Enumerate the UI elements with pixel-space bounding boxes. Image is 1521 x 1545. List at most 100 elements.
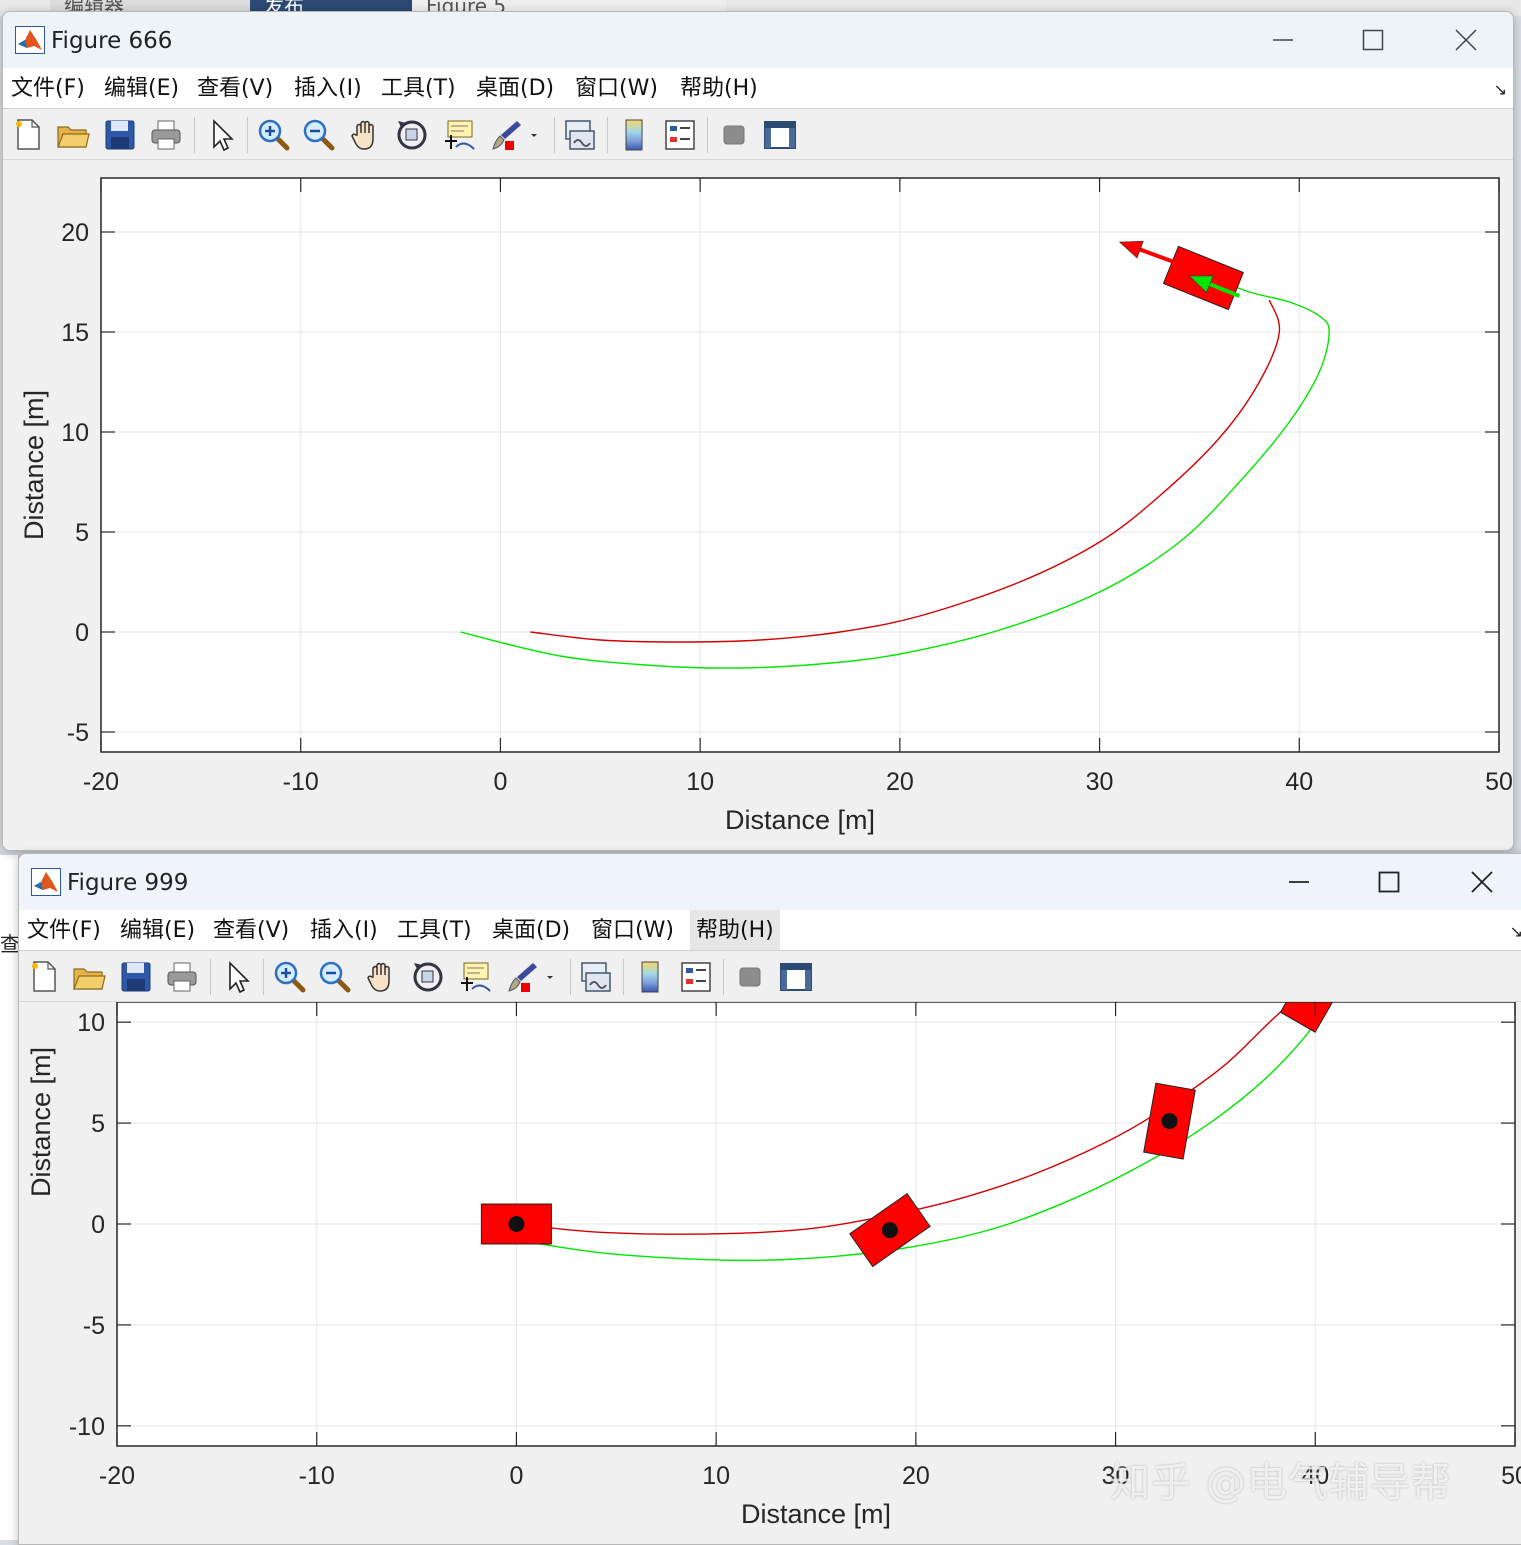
pointer-icon	[213, 119, 234, 152]
zoom-in-button[interactable]	[272, 959, 308, 995]
background-left-text: 查	[0, 932, 20, 956]
save-icon	[121, 962, 151, 992]
pointer-button[interactable]	[219, 959, 255, 995]
trajectory-chart[interactable]: -20 -10 0 10 20 30 40 50 -5 0 5 10 15 20 Distance [m] D…	[3, 160, 1513, 850]
close-button[interactable]	[1436, 12, 1496, 68]
menu-view[interactable]: 查看(V)	[213, 910, 289, 950]
dropdown-arrow-icon	[531, 134, 537, 137]
menu-help[interactable]: 帮助(H)	[680, 68, 758, 108]
colorbar-button[interactable]	[616, 117, 652, 153]
x-tick-label: 20	[902, 1462, 930, 1490]
menu-view[interactable]: 查看(V)	[197, 68, 273, 108]
y-tick-label: 20	[61, 219, 89, 247]
link-plot-button[interactable]	[578, 959, 614, 995]
plot-area[interactable]: -20 -10 0 10 20 30 40 50 -5 0 5 10 15 20 Distance [m] D…	[3, 160, 1513, 850]
brush-button[interactable]	[487, 117, 523, 153]
menu-window[interactable]: 窗口(W)	[575, 68, 658, 108]
legend-icon	[681, 962, 711, 992]
new-file-icon	[16, 119, 40, 150]
zoom-in-button[interactable]	[256, 117, 292, 153]
show-plot-tools-button[interactable]	[778, 959, 814, 995]
hide-plot-tools-button[interactable]	[732, 959, 768, 995]
menu-insert[interactable]: 插入(I)	[310, 910, 378, 950]
menu-file[interactable]: 文件(F)	[11, 68, 85, 108]
open-folder-button[interactable]	[71, 959, 107, 995]
toolbar-separator	[210, 959, 211, 995]
new-file-button[interactable]	[11, 117, 47, 153]
pan-hand-button[interactable]	[364, 959, 400, 995]
x-tick-label: 10	[702, 1462, 730, 1490]
matlab-logo-icon	[31, 868, 61, 896]
data-cursor-button[interactable]	[440, 117, 476, 153]
data-cursor-button[interactable]	[456, 959, 492, 995]
toolbar-separator	[194, 117, 195, 153]
y-tick-label: 10	[77, 1009, 105, 1037]
zoom-out-button[interactable]	[317, 959, 353, 995]
zoom-in-icon	[274, 961, 306, 993]
legend-button[interactable]	[678, 959, 714, 995]
rotate-3d-button[interactable]	[410, 959, 446, 995]
menu-desktop[interactable]: 桌面(D)	[492, 910, 570, 950]
rotate-3d-button[interactable]	[394, 117, 430, 153]
pan-hand-button[interactable]	[348, 117, 384, 153]
vehicle-center-dot	[508, 1216, 525, 1232]
maximize-icon	[1378, 871, 1400, 893]
show-plot-tools-icon	[780, 963, 812, 991]
y-tick-label: 0	[91, 1211, 105, 1239]
y-axis-label: Distance [m]	[26, 1047, 56, 1197]
x-tick-label: 0	[493, 768, 507, 796]
close-button[interactable]	[1452, 854, 1512, 910]
legend-button[interactable]	[662, 117, 698, 153]
figure-window-999[interactable]: Figure 999 文件(F) 编辑(E) 查看(V) 插入(I) 工具(T)…	[18, 853, 1521, 1545]
y-tick-label: 15	[61, 319, 89, 347]
menu-tools[interactable]: 工具(T)	[381, 68, 456, 108]
open-folder-button[interactable]	[55, 117, 91, 153]
link-plot-button[interactable]	[562, 117, 598, 153]
open-folder-icon	[57, 126, 90, 148]
minimize-button[interactable]	[1253, 12, 1313, 68]
pan-hand-icon	[351, 120, 374, 150]
figure-window-666[interactable]: Figure 666 文件(F) 编辑(E) 查看(V) 插入(I) 工具(T)…	[2, 11, 1514, 851]
title-bar[interactable]: Figure 666	[3, 12, 1513, 68]
undock-arrow-icon[interactable]: ↘	[1510, 922, 1521, 941]
hide-plot-tools-button[interactable]	[716, 117, 752, 153]
y-tick-label: 5	[91, 1110, 105, 1138]
show-plot-tools-button[interactable]	[762, 117, 798, 153]
menu-desktop[interactable]: 桌面(D)	[476, 68, 554, 108]
dropdown-arrow-button[interactable]	[541, 959, 559, 995]
menu-window[interactable]: 窗口(W)	[591, 910, 674, 950]
menu-bar: 文件(F) 编辑(E) 查看(V) 插入(I) 工具(T) 桌面(D) 窗口(W…	[19, 910, 1521, 951]
menu-help[interactable]: 帮助(H)	[690, 910, 780, 950]
save-button[interactable]	[118, 959, 154, 995]
x-axis-label: Distance [m]	[725, 805, 875, 835]
menu-edit[interactable]: 编辑(E)	[104, 68, 179, 108]
y-axis-label: Distance [m]	[19, 390, 49, 540]
dropdown-arrow-button[interactable]	[525, 117, 543, 153]
zoom-out-icon	[319, 961, 351, 993]
undock-arrow-icon[interactable]: ↘	[1494, 80, 1507, 99]
maximize-button[interactable]	[1359, 854, 1419, 910]
new-file-button[interactable]	[27, 959, 63, 995]
maximize-button[interactable]	[1343, 12, 1403, 68]
menu-insert[interactable]: 插入(I)	[294, 68, 362, 108]
save-button[interactable]	[102, 117, 138, 153]
title-bar[interactable]: Figure 999	[19, 854, 1521, 910]
print-button[interactable]	[164, 959, 200, 995]
brush-button[interactable]	[503, 959, 539, 995]
menu-file[interactable]: 文件(F)	[27, 910, 101, 950]
colorbar-icon	[625, 119, 643, 151]
menu-tools[interactable]: 工具(T)	[397, 910, 472, 950]
print-button[interactable]	[148, 117, 184, 153]
menu-edit[interactable]: 编辑(E)	[120, 910, 195, 950]
pointer-button[interactable]	[203, 117, 239, 153]
close-icon	[1471, 871, 1493, 893]
link-plot-icon	[565, 120, 595, 150]
zoom-out-button[interactable]	[301, 117, 337, 153]
x-tick-label: -20	[99, 1462, 135, 1490]
watermark-text: 知乎 @电气辅导帮	[1110, 1460, 1452, 1506]
colorbar-button[interactable]	[632, 959, 668, 995]
toolbar-separator	[570, 959, 571, 995]
minimize-button[interactable]	[1269, 854, 1329, 910]
close-icon	[1455, 29, 1477, 51]
maximize-icon	[1362, 29, 1384, 51]
